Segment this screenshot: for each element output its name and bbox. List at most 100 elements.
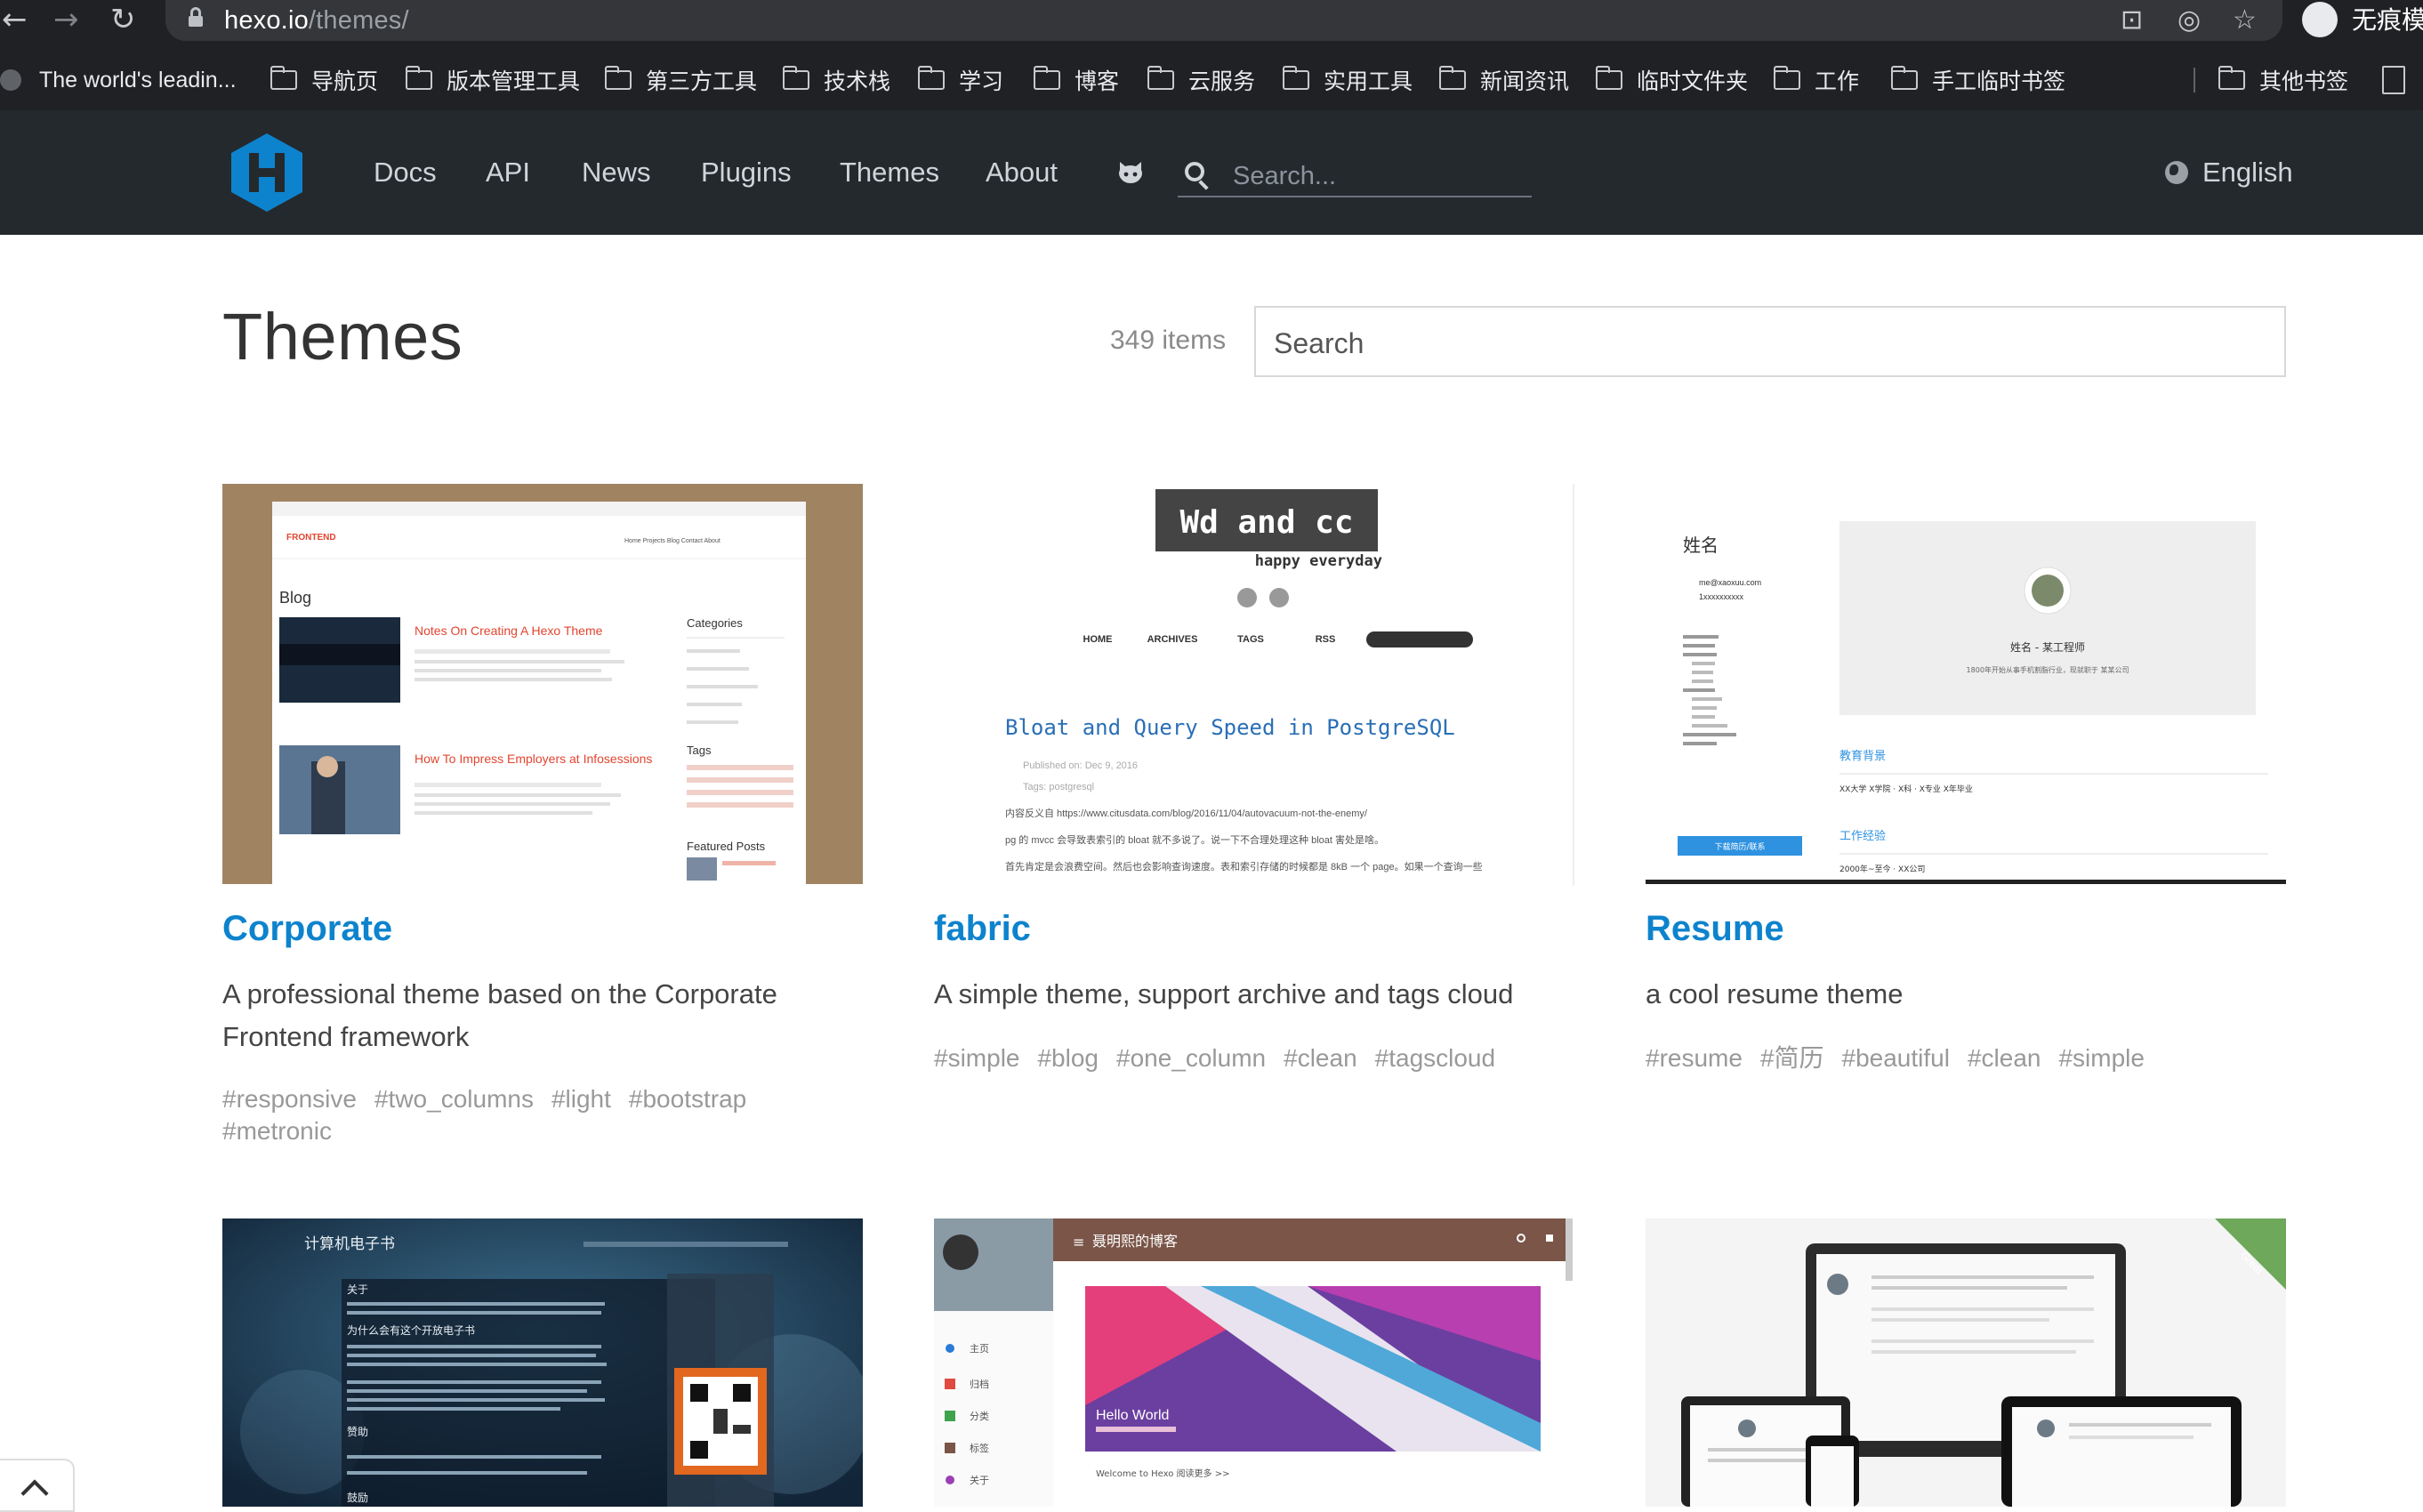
theme-name-resume[interactable]: Resume bbox=[1646, 909, 1784, 949]
scroll-top-button[interactable] bbox=[0, 1459, 75, 1512]
svg-text:标签: 标签 bbox=[970, 1442, 989, 1454]
nav-docs[interactable]: Docs bbox=[374, 157, 437, 189]
material-preview: 聂明熙的博客 ≡ 主页 归档 分类 标签 关于 Hello World Welc… bbox=[934, 1218, 1574, 1507]
theme-tag[interactable]: #bootstrap bbox=[629, 1083, 746, 1115]
address-bar[interactable] bbox=[165, 0, 2282, 41]
github-icon[interactable] bbox=[1117, 160, 1144, 185]
theme-tag[interactable]: #tagscloud bbox=[1375, 1042, 1495, 1074]
bookmark-folder[interactable]: 实用工具 bbox=[1282, 59, 1413, 101]
folder-icon bbox=[1438, 66, 1466, 90]
language-label: English bbox=[2202, 157, 2293, 188]
reading-list-icon[interactable] bbox=[2382, 66, 2405, 94]
theme-thumbnail-resume[interactable]: 姓名 me@xaoxuu.com 1xxxxxxxxxx 下载简历/联系 姓名 … bbox=[1646, 484, 2286, 884]
svg-text:下载简历/联系: 下载简历/联系 bbox=[1714, 841, 1765, 852]
folder-icon bbox=[917, 66, 945, 90]
bookmark-folder[interactable]: 技术栈 bbox=[782, 59, 890, 101]
theme-search-input[interactable] bbox=[1274, 324, 2252, 363]
nav-themes[interactable]: Themes bbox=[840, 157, 939, 189]
bookmark-folder[interactable]: 导航页 bbox=[270, 59, 378, 101]
bookmark-folder[interactable]: 新闻资讯 bbox=[1438, 59, 1569, 101]
bookmark-item[interactable]: The world's leadin... bbox=[0, 59, 237, 101]
items-count: 349 items bbox=[1110, 326, 1227, 355]
svg-text:Bloat and Query Speed in Postg: Bloat and Query Speed in PostgreSQL bbox=[1005, 715, 1455, 740]
theme-tag[interactable]: #简历 bbox=[1760, 1042, 1824, 1074]
theme-tag[interactable]: #metronic bbox=[222, 1115, 332, 1147]
folder-icon bbox=[1033, 66, 1060, 90]
nav-api[interactable]: API bbox=[486, 157, 530, 189]
svg-text:教育背景: 教育背景 bbox=[1839, 749, 1886, 763]
bookmark-folder[interactable]: 第三方工具 bbox=[604, 59, 757, 101]
corporate-preview: FRONTEND Home Projects Blog Contact Abou… bbox=[222, 484, 863, 884]
theme-tag[interactable]: #blog bbox=[1037, 1042, 1099, 1074]
svg-text:How To Impress Employers at In: How To Impress Employers at Infosessions bbox=[415, 752, 652, 766]
hexo-logo-icon[interactable] bbox=[228, 132, 306, 213]
theme-search-box[interactable] bbox=[1254, 306, 2286, 377]
nav-plugins[interactable]: Plugins bbox=[701, 157, 792, 189]
folder-icon bbox=[1147, 66, 1174, 90]
language-selector[interactable]: English bbox=[2165, 157, 2293, 189]
svg-text:关于: 关于 bbox=[347, 1283, 368, 1296]
browser-toolbar: ← → ↻ hexo.io/themes/ ⊡ ◎ ☆ 无痕模 bbox=[0, 0, 2423, 41]
theme-tags-fabric: #simple #blog #one_column #clean #tagscloud bbox=[934, 1042, 1539, 1074]
theme-tag[interactable]: #simple bbox=[934, 1042, 1019, 1074]
svg-text:Notes On Creating A Hexo Theme: Notes On Creating A Hexo Theme bbox=[415, 623, 603, 638]
bookmark-folder[interactable]: 学习 bbox=[917, 59, 1003, 101]
bookmark-label: 版本管理工具 bbox=[447, 69, 581, 94]
site-search-input[interactable] bbox=[1233, 158, 1517, 194]
url-text[interactable]: hexo.io/themes/ bbox=[224, 4, 409, 37]
other-bookmarks-folder[interactable]: 其他书签 bbox=[2218, 59, 2348, 101]
incognito-profile[interactable]: 无痕模 bbox=[2298, 0, 2423, 41]
svg-text:首先肯定是会浪费空间。然后也会影响查询速度。表和索引存储的时: 首先肯定是会浪费空间。然后也会影响查询速度。表和索引存储的时候都是 8kB 一个… bbox=[1005, 860, 1483, 873]
theme-tag[interactable]: #beautiful bbox=[1842, 1042, 1950, 1074]
svg-text:Blog: Blog bbox=[279, 589, 311, 607]
theme-desc-corporate: A professional theme based on the Corpor… bbox=[222, 978, 777, 1052]
bookmark-folder[interactable]: 版本管理工具 bbox=[405, 59, 581, 101]
theme-tag[interactable]: #responsive bbox=[222, 1083, 357, 1115]
theme-name-fabric[interactable]: fabric bbox=[934, 909, 1031, 949]
hidden-eye-icon[interactable]: ◎ bbox=[2177, 4, 2201, 37]
theme-tag[interactable]: #two_columns bbox=[374, 1083, 534, 1115]
bookmark-folder[interactable]: 云服务 bbox=[1147, 59, 1255, 101]
bookmark-star-icon[interactable]: ☆ bbox=[2233, 4, 2257, 37]
theme-thumbnail-fabric[interactable]: Wd and cc happy everyday HOME ARCHIVES T… bbox=[934, 484, 1574, 884]
theme-thumbnail-material[interactable]: 聂明熙的博客 ≡ 主页 归档 分类 标签 关于 Hello World Welc… bbox=[934, 1218, 1574, 1507]
back-icon[interactable]: ← bbox=[2, 2, 28, 37]
theme-name-corporate[interactable]: Corporate bbox=[222, 909, 392, 949]
svg-text:Tags: Tags bbox=[687, 744, 712, 757]
theme-thumbnail-ebook[interactable]: 计算机电子书 关于 为什么会有这个开放电子书 赞助 鼓励 bbox=[222, 1218, 863, 1507]
bookmark-folder[interactable]: 临时文件夹 bbox=[1595, 59, 1748, 101]
translate-icon[interactable]: ⊡ bbox=[2121, 4, 2143, 37]
nav-about[interactable]: About bbox=[986, 157, 1058, 189]
bookmark-label: 实用工具 bbox=[1324, 69, 1413, 94]
theme-tag[interactable]: #clean bbox=[1284, 1042, 1357, 1074]
theme-thumbnail-devices[interactable]: Great bbox=[1646, 1218, 2286, 1507]
bookmark-label: The world's leadin... bbox=[39, 67, 237, 92]
svg-text:姓名 - 某工程师: 姓名 - 某工程师 bbox=[2010, 640, 2085, 654]
lock-icon[interactable] bbox=[189, 7, 203, 27]
site-search[interactable] bbox=[1178, 155, 1532, 197]
bookmark-folder[interactable]: 手工临时书签 bbox=[1890, 59, 2065, 101]
svg-text:为什么会有这个开放电子书: 为什么会有这个开放电子书 bbox=[347, 1323, 475, 1337]
theme-tag[interactable]: #light bbox=[551, 1083, 611, 1115]
folder-icon bbox=[405, 66, 432, 90]
site-header: Docs API News Plugins Themes About Engli… bbox=[0, 110, 2423, 235]
svg-text:pg 的 mvcc 会导致表索引的 bloat 就不多说了。: pg 的 mvcc 会导致表索引的 bloat 就不多说了。说一下不合理处理这种… bbox=[1005, 833, 1384, 846]
theme-tag[interactable]: #simple bbox=[2058, 1042, 2144, 1074]
forward-icon[interactable]: → bbox=[53, 2, 79, 37]
reload-icon[interactable]: ↻ bbox=[110, 2, 136, 37]
bookmark-label: 博客 bbox=[1075, 69, 1120, 94]
nav-news[interactable]: News bbox=[582, 157, 651, 189]
svg-text:happy everyday: happy everyday bbox=[1255, 552, 1382, 570]
bookmark-folder[interactable]: 工作 bbox=[1773, 59, 1859, 101]
svg-text:鼓励: 鼓励 bbox=[347, 1492, 368, 1504]
svg-text:Wd and cc: Wd and cc bbox=[1179, 504, 1353, 541]
fabric-preview: Wd and cc happy everyday HOME ARCHIVES T… bbox=[934, 484, 1574, 884]
svg-text:关于: 关于 bbox=[970, 1474, 989, 1486]
svg-text:归档: 归档 bbox=[970, 1378, 989, 1390]
bookmark-folder[interactable]: 博客 bbox=[1033, 59, 1120, 101]
theme-tag[interactable]: #one_column bbox=[1116, 1042, 1266, 1074]
theme-tag[interactable]: #resume bbox=[1646, 1042, 1743, 1074]
theme-tag[interactable]: #clean bbox=[1968, 1042, 2041, 1074]
theme-thumbnail-corporate[interactable]: FRONTEND Home Projects Blog Contact Abou… bbox=[222, 484, 863, 884]
bookmark-label: 导航页 bbox=[311, 69, 379, 94]
